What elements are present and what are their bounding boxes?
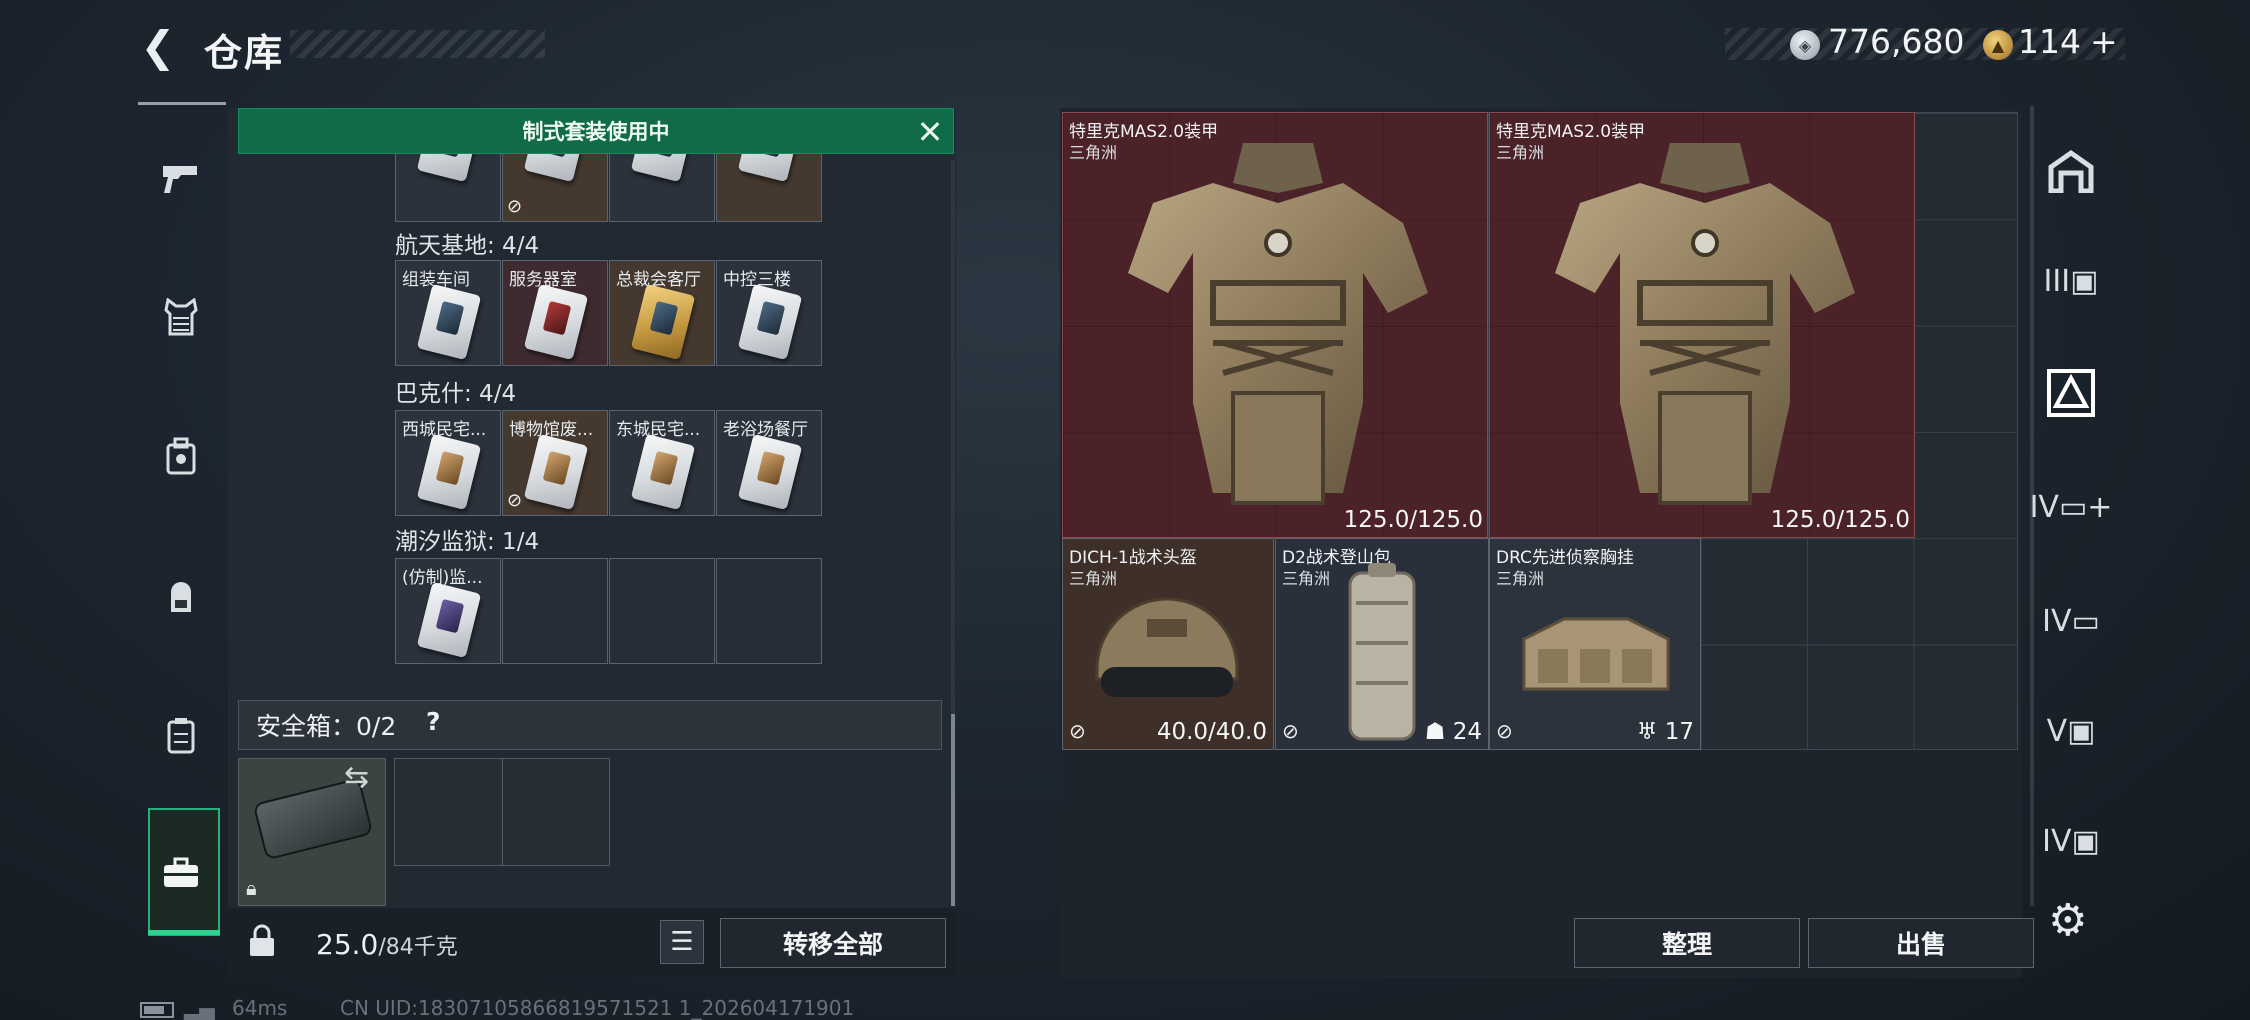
- stash-tab-4-icon[interactable]: IV▭: [2040, 590, 2102, 652]
- pouch-icon[interactable]: [150, 704, 212, 766]
- armor-vest-image: [1555, 143, 1855, 505]
- lock-icon: 🔒︎: [246, 876, 257, 900]
- empty-key-slot[interactable]: [716, 558, 822, 664]
- zone-label: 潮汐监狱: 1/4: [395, 529, 540, 555]
- rig-icon[interactable]: [150, 426, 212, 488]
- chest-rig-capacity: ♅ 17: [1636, 719, 1694, 745]
- warehouse-icon[interactable]: [2040, 140, 2102, 202]
- signal-icon: ▂▄: [184, 996, 215, 1020]
- armor-item[interactable]: 特里克MAS2.0装甲 三角洲 125.0/125.0: [1489, 112, 1915, 538]
- armor-vest-image: [1128, 143, 1428, 505]
- armor-item[interactable]: 特里克MAS2.0装甲 三角洲 125.0/125.0: [1062, 112, 1488, 538]
- stash-tab-4b-icon[interactable]: IV▣: [2040, 810, 2102, 872]
- helmet-image: [1095, 597, 1239, 697]
- backpack-icon[interactable]: [150, 566, 212, 628]
- gold-coin-icon: ▲: [1983, 30, 2013, 60]
- vest-small-icon: ♅: [1636, 719, 1665, 745]
- briefcase-icon: [150, 842, 212, 904]
- key-slot[interactable]: 老浴场餐厅: [716, 410, 822, 516]
- key-slot[interactable]: 组装车间: [395, 260, 501, 366]
- weight-current: 25.0: [316, 928, 379, 961]
- no-insurance-icon: ⊘: [507, 196, 523, 217]
- no-insurance-icon: ⊘: [1282, 719, 1299, 743]
- key-slot[interactable]: 总裁会客厅: [609, 260, 715, 366]
- sell-button[interactable]: 出售: [1808, 918, 2034, 968]
- divider: [502, 758, 503, 866]
- zone-label: 巴克什: 4/4: [395, 381, 517, 407]
- organize-button[interactable]: 整理: [1574, 918, 1800, 968]
- settings-gear-icon[interactable]: ⚙: [2048, 895, 2087, 946]
- key-slot[interactable]: 中控三楼: [716, 260, 822, 366]
- chest-rig-image: [1522, 617, 1670, 691]
- back-button[interactable]: ❮: [138, 22, 178, 71]
- swap-icon[interactable]: ⇆: [344, 760, 369, 795]
- key-slot[interactable]: 服务器室: [502, 260, 608, 366]
- weight-display: 25.0/84千克: [316, 928, 458, 961]
- buy-currency-button[interactable]: +: [2090, 22, 2118, 61]
- zone-label: 航天基地: 4/4: [395, 233, 540, 259]
- backpack-image: [1348, 563, 1416, 741]
- title-decoration: [290, 30, 545, 58]
- empty-key-slot[interactable]: [502, 558, 608, 664]
- backpack-small-icon: ☗: [1424, 719, 1453, 745]
- weight-max: /84千克: [378, 935, 458, 960]
- stash-tab-4-add-icon[interactable]: IV▭+: [2030, 476, 2113, 538]
- ping-text: 64ms: [232, 996, 288, 1020]
- stash-tab-5-icon[interactable]: V▣: [2040, 700, 2102, 762]
- uid-text: CN UID:18307105866819571521 1_2026041719…: [340, 996, 855, 1020]
- banner-text: 制式套装使用中: [522, 120, 670, 144]
- armor-vest-icon[interactable]: [150, 286, 212, 348]
- helmet-item[interactable]: DICH-1战术头盔 三角洲 ⊘ 40.0/40.0: [1062, 538, 1274, 750]
- key-slot[interactable]: 东城民宅...: [609, 410, 715, 516]
- empty-key-slot[interactable]: [609, 558, 715, 664]
- key-slot[interactable]: 博物馆废... ⊘: [502, 410, 608, 516]
- backpack-item[interactable]: D2战术登山包 三角洲 ⊘ ☗ 24: [1275, 538, 1489, 750]
- close-icon[interactable]: ✕: [912, 113, 948, 151]
- stash-tab-active-icon[interactable]: [2040, 362, 2102, 424]
- scrollbar-thumb[interactable]: [951, 714, 955, 906]
- page-title: 仓库: [204, 31, 285, 75]
- no-insurance-icon: ⊘: [1496, 719, 1513, 743]
- nav-active-indicator: [148, 930, 220, 935]
- pistol-icon[interactable]: [150, 148, 212, 210]
- no-insurance-icon: ⊘: [1069, 719, 1086, 743]
- backpack-capacity: ☗ 24: [1424, 719, 1482, 745]
- back-arrow-icon: ❮: [140, 21, 176, 71]
- nav-top-line: [138, 102, 226, 105]
- key-slot[interactable]: 西城民宅...: [395, 410, 501, 516]
- stash-tab-3-icon[interactable]: III▣: [2040, 250, 2102, 312]
- no-insurance-icon: ⊘: [507, 490, 523, 511]
- silver-amount: 776,680: [1828, 22, 1965, 61]
- help-button[interactable]: ?: [426, 707, 441, 736]
- transfer-all-button[interactable]: 转移全部: [720, 918, 946, 968]
- chest-rig-item[interactable]: DRC先进侦察胸挂 三角洲 ⊘ ♅ 17: [1489, 538, 1701, 750]
- battery-icon: [140, 1002, 174, 1018]
- gold-amount: 114: [2018, 22, 2081, 61]
- weight-lock-icon: [248, 924, 276, 966]
- list-icon: ☰: [670, 927, 694, 957]
- safe-box-label: 安全箱：0/2: [256, 712, 397, 741]
- list-view-button[interactable]: ☰: [660, 920, 704, 964]
- silver-coin-icon: ◈: [1790, 30, 1820, 60]
- key-slot[interactable]: (仿制)监...: [395, 558, 501, 664]
